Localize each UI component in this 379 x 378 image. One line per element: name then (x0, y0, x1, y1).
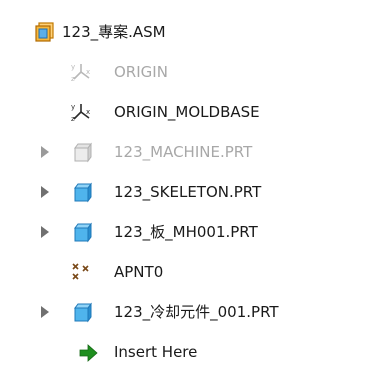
datum-points-icon (70, 261, 92, 283)
tree-item-label: ORIGIN_MOLDBASE (114, 103, 260, 121)
tree-item-label: 123_冷却元件_001.PRT (114, 303, 279, 321)
coordinate-system-icon: y z x (70, 101, 92, 123)
tree-item-skeleton-part[interactable]: 123_SKELETON.PRT (0, 172, 379, 212)
part-icon (72, 221, 94, 243)
part-icon (72, 181, 94, 203)
svg-text:y: y (71, 63, 75, 71)
tree-item-label: Insert Here (114, 343, 198, 361)
insert-arrow-icon (78, 342, 100, 364)
expand-arrow-icon[interactable] (41, 146, 49, 158)
svg-text:x: x (86, 68, 90, 76)
svg-text:x: x (86, 108, 90, 116)
tree-item-assembly[interactable]: 123_專案.ASM (0, 12, 379, 52)
tree-item-origin[interactable]: y z x ORIGIN (0, 52, 379, 92)
tree-item-machine-part[interactable]: 123_MACHINE.PRT (0, 132, 379, 172)
tree-item-label: 123_MACHINE.PRT (114, 143, 253, 161)
part-icon (72, 301, 94, 323)
tree-item-plate-part[interactable]: 123_板_MH001.PRT (0, 212, 379, 252)
tree-item-label: 123_板_MH001.PRT (114, 223, 258, 241)
assembly-icon (34, 21, 56, 43)
tree-item-apnt0[interactable]: APNT0 (0, 252, 379, 292)
svg-text:z: z (71, 75, 75, 83)
svg-text:z: z (71, 115, 75, 123)
expand-arrow-icon[interactable] (41, 186, 49, 198)
tree-item-insert-here[interactable]: Insert Here (0, 332, 379, 372)
expand-arrow-icon[interactable] (41, 226, 49, 238)
model-tree: 123_專案.ASM y z x ORIGIN y z x ORIGIN_MOL… (0, 0, 379, 378)
tree-item-label: ORIGIN (114, 63, 168, 81)
tree-item-label: 123_SKELETON.PRT (114, 183, 262, 201)
coordinate-system-icon: y z x (70, 61, 92, 83)
tree-item-cooling-part[interactable]: 123_冷却元件_001.PRT (0, 292, 379, 332)
tree-item-label: 123_專案.ASM (62, 23, 166, 41)
part-icon (72, 141, 94, 163)
svg-text:y: y (71, 103, 75, 111)
expand-arrow-icon[interactable] (41, 306, 49, 318)
tree-item-label: APNT0 (114, 263, 164, 281)
tree-item-origin-moldbase[interactable]: y z x ORIGIN_MOLDBASE (0, 92, 379, 132)
